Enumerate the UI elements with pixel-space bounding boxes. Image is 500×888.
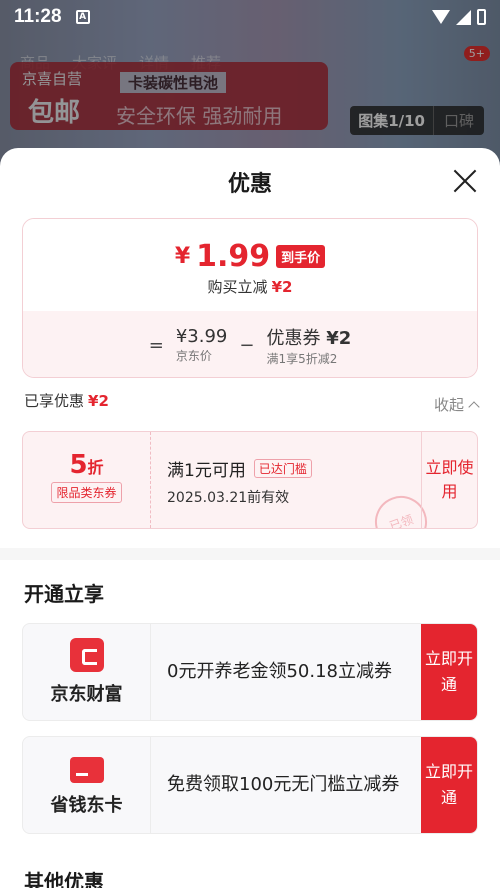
status-time: 11:28 — [14, 6, 62, 27]
final-price-tag: 到手价 — [276, 245, 326, 268]
use-coupon-button[interactable]: 立即使用 — [421, 432, 477, 528]
minus-sign: − — [239, 334, 255, 356]
other-section-title: 其他优惠 — [24, 870, 104, 888]
threshold-reached-badge: 已达门槛 — [253, 459, 312, 478]
status-bar: 11:28 A — [0, 0, 500, 34]
enjoyed-discount: 已享优惠 ¥2 — [24, 390, 109, 411]
collapse-button[interactable]: 收起 — [433, 394, 480, 415]
chevron-up-icon — [468, 401, 480, 413]
jd-price-label: 京东价 — [175, 349, 212, 363]
coupon-validity: 2025.03.21前有效 — [167, 490, 290, 506]
reduce-label: 购买立减 — [207, 278, 268, 296]
product-page-background: 商品 大家评 详情 推荐 5+ 京喜自营 卡装碳性电池 包邮 安全环保 强劲耐用… — [0, 0, 500, 170]
card-icon — [69, 757, 104, 783]
jd-price: ¥3.99 — [175, 326, 228, 347]
sheet-title: 优惠 — [227, 172, 272, 197]
service-card-jd-finance: 京东财富 0元开养老金领50.18立减券 立即开通 — [22, 623, 478, 721]
service-name: 京东财富 — [50, 684, 123, 705]
enjoyed-amount: ¥2 — [88, 392, 109, 410]
cell-signal-icon — [456, 9, 471, 25]
discount-sheet: 优惠 ¥ 1.99 到手价 购买立减 ¥2 = ¥3.99 京东价 − 优惠券 ¥… — [0, 148, 500, 888]
coupon-discount: 5 — [69, 450, 88, 480]
coupon-condition: 满1元可用 — [167, 461, 246, 481]
collapse-label: 收起 — [433, 396, 464, 414]
price-card: ¥ 1.99 到手价 购买立减 ¥2 = ¥3.99 京东价 − 优惠券 ¥2 满… — [22, 218, 478, 378]
notification-a-icon: A — [75, 10, 90, 24]
service-name: 省钱东卡 — [50, 795, 123, 816]
final-price: 1.99 — [196, 239, 271, 274]
service-desc: 0元开养老金领50.18立减券 — [167, 661, 392, 682]
service-desc: 免费领取100元无门槛立减券 — [167, 774, 400, 795]
coupon-category: 限品类东券 — [51, 482, 122, 503]
reduce-amount: ¥2 — [271, 278, 293, 296]
close-icon[interactable] — [452, 168, 478, 194]
equals-sign: = — [148, 334, 164, 356]
section-divider — [0, 548, 500, 560]
wallet-icon — [69, 638, 104, 672]
coupon-label: 优惠券 — [266, 327, 321, 349]
coupon-rule: 满1享5折减2 — [266, 351, 338, 366]
open-section-title: 开通立享 — [24, 582, 104, 606]
coupon-discount-unit: 折 — [87, 458, 104, 477]
open-service-button[interactable]: 立即开通 — [421, 737, 477, 833]
service-card-saving-card: 省钱东卡 免费领取100元无门槛立减券 立即开通 — [22, 736, 478, 834]
price-breakdown: = ¥3.99 京东价 − 优惠券 ¥2 满1享5折减2 — [23, 311, 477, 377]
coupon-card: 5折 限品类东券 满1元可用 已达门槛 2025.03.21前有效 已领 立即使… — [22, 431, 478, 529]
battery-icon — [477, 9, 486, 25]
coupon-amount: ¥2 — [326, 327, 352, 349]
wifi-icon — [432, 10, 450, 24]
enjoyed-label: 已享优惠 — [24, 392, 85, 410]
open-service-button[interactable]: 立即开通 — [421, 624, 477, 720]
price-currency: ¥ — [174, 244, 191, 269]
